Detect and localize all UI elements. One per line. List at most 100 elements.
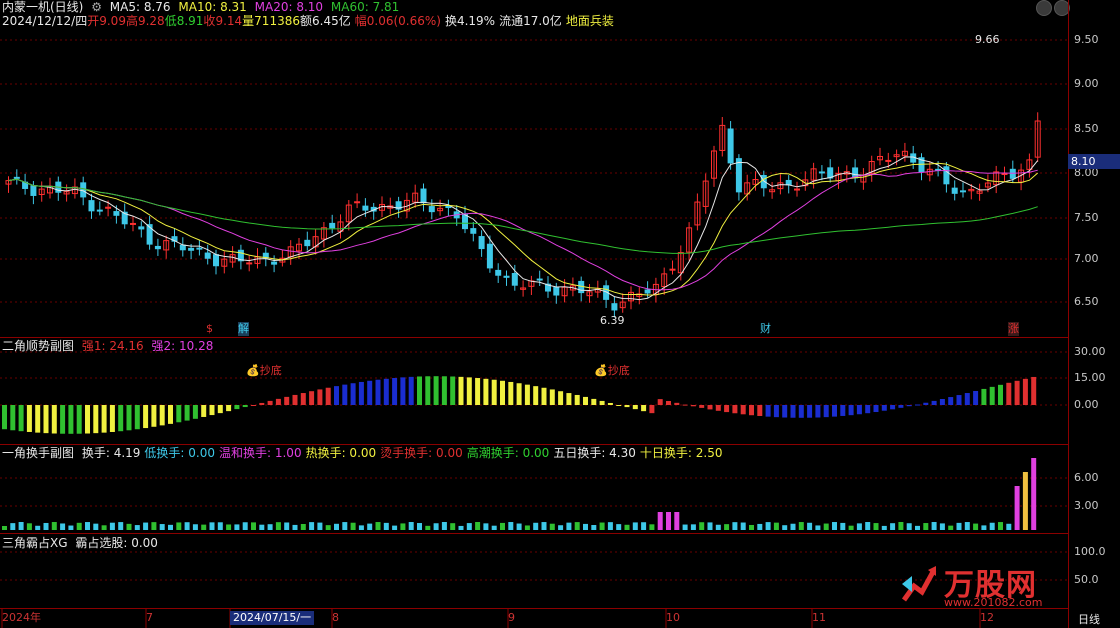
x-tick-label: 9 (508, 611, 515, 624)
panel3-tick-label: 3.00 (1074, 499, 1099, 512)
panel2-bar (782, 405, 788, 418)
panel3-title[interactable]: 一角换手副图 (2, 446, 74, 460)
turnover-bar (757, 523, 763, 530)
panel2-bar (2, 405, 7, 430)
turnover-bar (234, 524, 240, 530)
turnover-bar (707, 522, 713, 530)
turnover-bar (184, 522, 190, 530)
turnover-bar (915, 525, 920, 530)
turnover-bar (599, 522, 605, 530)
event-marker-finance[interactable]: 财 (760, 322, 771, 336)
panel2-bar (342, 384, 348, 405)
turnover-bar (51, 522, 57, 530)
panel2-bar (856, 405, 862, 415)
panel2-bar (267, 400, 273, 405)
panel2-bar (109, 405, 115, 432)
turnover-bar (607, 522, 613, 530)
panel2-bar (840, 405, 846, 416)
panel2-bar (790, 405, 796, 418)
turnover-bar (334, 523, 339, 530)
candle-body (785, 179, 792, 186)
panel2-bar (242, 405, 248, 408)
panel2-bar (989, 386, 995, 405)
x-tick-label: 8 (332, 611, 339, 624)
turnover-bar (85, 522, 90, 530)
turnover-bar (292, 524, 298, 530)
candle-body (470, 228, 477, 234)
panel2-bar (383, 378, 389, 405)
panel2-bar (1031, 376, 1037, 405)
panel2-bar (358, 381, 364, 405)
panel2-bar (126, 405, 132, 431)
candle-body (462, 214, 468, 230)
candle-body (204, 252, 211, 259)
turnover-bar (624, 524, 630, 530)
panel2-tick-label: 0.00 (1074, 398, 1099, 411)
candle-body (246, 262, 253, 265)
candle-body (735, 158, 742, 193)
panel2-bar (956, 395, 962, 405)
turnover-bar (126, 523, 132, 530)
panel2-bar (425, 376, 431, 405)
candle-body (511, 272, 518, 286)
turnover-bar (425, 525, 431, 530)
turnover-bar (674, 512, 680, 530)
panel2-bar (408, 376, 414, 405)
panel2-bar (168, 405, 173, 424)
event-marker-dividend[interactable]: $ (206, 322, 213, 336)
candle-body (154, 245, 161, 250)
turnover-bar (790, 523, 796, 530)
turnover-bar (358, 525, 364, 530)
panel2-bar (1006, 382, 1012, 405)
turnover-bar (433, 523, 439, 530)
panel2-bar (865, 405, 871, 414)
panel2-bar (458, 376, 464, 405)
panel2-bar (948, 397, 954, 405)
panel2-bar (749, 405, 754, 416)
panel2-bar (500, 380, 505, 405)
panel2-bar (873, 405, 879, 413)
panel2-bar (674, 402, 680, 405)
panel2-bar (491, 379, 497, 405)
panel2-bar (981, 388, 987, 405)
turnover-bar (931, 522, 937, 530)
period-label[interactable]: 日线 (1078, 611, 1100, 627)
turnover-bar (201, 524, 207, 530)
candle-body (80, 182, 87, 198)
panel2-bar (657, 399, 663, 405)
panel2-bar (433, 376, 439, 405)
panel4-tick-label: 100.0 (1074, 545, 1106, 558)
panel2-bar (549, 389, 555, 405)
panel2-bar (732, 405, 738, 414)
candle-body (188, 247, 195, 251)
turnover-bar (500, 522, 505, 530)
panel3-indicator-6: 五日换手: 4.30 (553, 446, 636, 460)
x-tick-label: 10 (666, 611, 680, 624)
kline-chart[interactable] (0, 0, 1068, 628)
turnover-bar (516, 523, 522, 530)
turnover-bar (832, 522, 837, 530)
panel2-bar (76, 405, 82, 434)
panel2-bar (367, 380, 373, 405)
turnover-bar (458, 525, 464, 530)
panel2-bar (807, 405, 813, 418)
panel3-indicator-1: 低换手: 0.00 (144, 446, 215, 460)
panel2-bar (649, 405, 655, 414)
watermark-url: www.201082.com (944, 596, 1043, 609)
turnover-bar (740, 522, 746, 530)
turnover-bar (242, 522, 248, 530)
event-marker-unlock[interactable]: 解 (238, 322, 249, 336)
panel2-bar (209, 405, 215, 416)
panel2-title[interactable]: 二角顺势副图 (2, 339, 74, 353)
panel2-bar (832, 405, 837, 417)
turnover-bar (10, 523, 16, 530)
panel2-bar (18, 405, 24, 432)
turnover-bar (35, 525, 41, 530)
panel4-title[interactable]: 三角霸占XG (2, 536, 68, 550)
turnover-bar (151, 522, 157, 530)
event-marker-limit-up[interactable]: 涨 (1008, 322, 1019, 336)
panel2-bar (483, 378, 489, 405)
turnover-bar (591, 525, 597, 530)
panel2-bar (284, 396, 290, 405)
turnover-bar (325, 525, 331, 530)
